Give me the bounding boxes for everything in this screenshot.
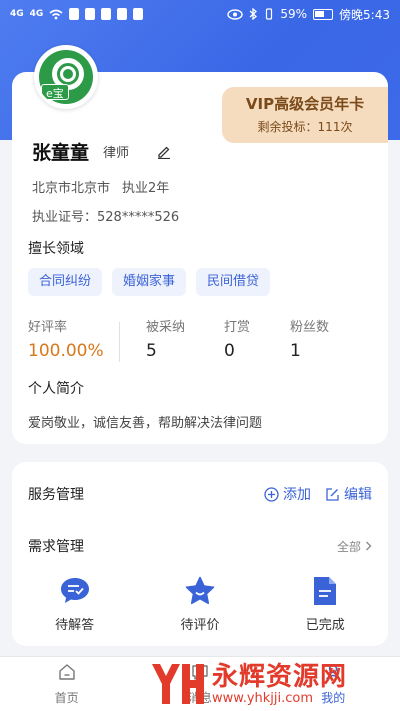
req-pending-answer[interactable]: 待解答 — [30, 574, 120, 633]
add-service-button[interactable]: 添加 — [264, 484, 311, 504]
shield-app-icon — [101, 8, 112, 20]
tab-label: 我的 — [321, 691, 346, 705]
tab-label: 消息 — [187, 691, 212, 705]
message-icon — [192, 665, 208, 680]
location-line: 北京市北京市 执业2年 — [32, 177, 169, 196]
profile-icon — [326, 664, 341, 680]
req-label: 待评价 — [180, 618, 220, 633]
lawyer-role: 律师 — [103, 146, 130, 161]
skill-tags: 合同纠纷 婚姻家事 民间借贷 — [28, 268, 271, 296]
stat-rating: 好评率 100.00% — [28, 316, 104, 361]
status-bar: 4G 4G 59% 傍晚5:43 — [0, 0, 400, 28]
vip-remaining: 剩余投标：111次 — [257, 120, 353, 134]
req-label: 已完成 — [305, 618, 345, 633]
view-all-label: 全部 — [336, 539, 361, 554]
profile-card: e宝 VIP高级会员年卡 剩余投标：111次 张童童 律师 北京市北京市 执业2年… — [12, 45, 388, 444]
name-row: 张童童 律师 — [32, 138, 171, 165]
folder-icon — [133, 8, 144, 20]
bluetooth-icon — [249, 8, 258, 20]
status-left: 4G 4G — [10, 8, 144, 20]
req-completed[interactable]: 已完成 — [280, 574, 370, 633]
app-notification-icon — [117, 8, 128, 20]
sim-icon — [85, 8, 96, 20]
tab-messages[interactable]: 消息 — [155, 662, 245, 706]
edit-service-button[interactable]: 编辑 — [325, 484, 372, 504]
edit-label: 编辑 — [344, 487, 372, 503]
intro-title: 个人简介 — [28, 381, 84, 397]
vip-card[interactable]: VIP高级会员年卡 剩余投标：111次 — [222, 87, 388, 143]
document-icon — [308, 574, 342, 608]
requirement-management-row: 需求管理 全部 — [28, 536, 372, 556]
tab-label: 首页 — [54, 691, 79, 705]
requirement-title: 需求管理 — [28, 539, 84, 555]
stats-row: 好评率 100.00% 被采纳 5 打赏 0 粉丝数 1 — [28, 316, 378, 366]
vip-title: VIP高级会员年卡 — [245, 95, 365, 113]
tab-home[interactable]: 首页 — [22, 662, 112, 706]
stat-label: 打赏 — [224, 320, 251, 335]
signal-indicator-1: 4G — [10, 9, 24, 19]
add-label: 添加 — [283, 487, 311, 503]
stat-fans[interactable]: 粉丝数 1 — [290, 316, 329, 361]
plus-circle-icon — [264, 486, 279, 502]
wifi-icon — [49, 9, 63, 19]
chevron-right-icon — [366, 541, 372, 551]
hourglass-icon — [69, 8, 80, 20]
requirement-items: 待解答 待评价 已完成 — [12, 574, 388, 633]
avatar-badge: e宝 — [41, 84, 69, 100]
skill-tag: 民间借贷 — [196, 268, 271, 296]
signal-indicator-2: 4G — [29, 9, 44, 19]
stat-value: 100.00% — [28, 341, 104, 361]
location: 北京市北京市 — [32, 181, 111, 196]
vibrate-icon — [266, 8, 273, 20]
stat-label: 被采纳 — [146, 320, 186, 335]
bottom-tab-bar: 首页 消息 我的 — [0, 656, 400, 711]
star-smile-icon — [183, 574, 217, 608]
stat-value: 0 — [224, 341, 235, 361]
battery-percent: 59% — [280, 7, 308, 21]
avatar[interactable]: e宝 — [34, 45, 98, 109]
license-number: 执业证号：528*****526 — [32, 210, 180, 225]
edit-square-icon — [326, 487, 339, 501]
clock: 傍晚5:43 — [339, 7, 390, 22]
stat-adopted[interactable]: 被采纳 5 — [146, 316, 185, 361]
stat-label: 粉丝数 — [290, 320, 330, 335]
tab-profile[interactable]: 我的 — [288, 662, 378, 706]
intro-text: 爱岗敬业，诚信友善，帮助解决法律问题 — [28, 416, 263, 431]
service-actions: 添加 编辑 — [264, 484, 372, 504]
skill-tag: 合同纠纷 — [28, 268, 103, 296]
status-right: 59% 傍晚5:43 — [227, 6, 390, 23]
edit-profile-icon[interactable] — [157, 145, 171, 159]
service-management-row: 服务管理 添加 编辑 — [28, 484, 372, 504]
stat-divider — [119, 322, 120, 362]
req-pending-review[interactable]: 待评价 — [155, 574, 245, 633]
home-icon — [58, 664, 75, 680]
skills-title: 擅长领域 — [28, 241, 84, 257]
skill-tag: 婚姻家事 — [112, 268, 187, 296]
req-label: 待解答 — [55, 618, 95, 633]
stat-value: 5 — [146, 341, 157, 361]
stat-label: 好评率 — [28, 320, 68, 335]
chat-check-icon — [58, 574, 92, 608]
service-title: 服务管理 — [28, 487, 84, 503]
view-all-button[interactable]: 全部 — [337, 538, 372, 555]
experience: 执业2年 — [122, 181, 170, 196]
eye-icon — [227, 8, 244, 20]
stat-value: 1 — [290, 341, 301, 361]
lawyer-name: 张童童 — [32, 142, 90, 164]
stat-tips[interactable]: 打赏 0 — [224, 316, 250, 361]
battery-icon — [313, 8, 334, 20]
service-card: 服务管理 添加 编辑 需求管理 全部 待解答 待评价 已完成 — [12, 462, 388, 646]
